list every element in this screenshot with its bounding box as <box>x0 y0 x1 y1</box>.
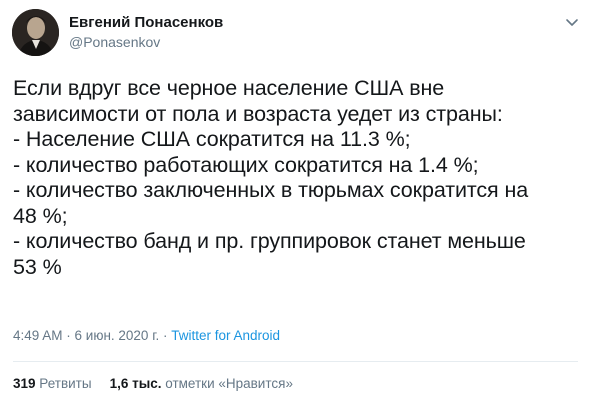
tweet-source-link[interactable]: Twitter for Android <box>171 328 280 343</box>
tweet-card: Евгений Понасенков @Ponasenkov Если вдру… <box>0 0 591 408</box>
retweets-label: Ретвиты <box>39 376 92 391</box>
tweet-date[interactable]: 6 июн. 2020 г. <box>75 328 160 343</box>
tweet-text-line: - количество банд и пр. группировок стан… <box>13 229 526 253</box>
retweets-count: 319 <box>13 376 36 391</box>
tweet-metadata: 4:49 AM · 6 июн. 2020 г. · Twitter for A… <box>13 328 280 343</box>
tweet-text: Если вдруг все черное население США вне … <box>13 76 578 280</box>
retweets-stat[interactable]: 319 Ретвиты <box>13 376 92 391</box>
likes-stat[interactable]: 1,6 тыс. отметки «Нравится» <box>110 376 293 391</box>
author-name[interactable]: Евгений Понасенков <box>69 14 223 31</box>
tweet-text-line: - Население США сократится на 11.3 %; <box>13 127 411 151</box>
likes-count: 1,6 тыс. <box>109 376 162 391</box>
tweet-text-line: 53 % <box>13 254 62 279</box>
tweet-time[interactable]: 4:49 AM <box>13 328 63 343</box>
tweet-stats: 319 Ретвиты 1,6 тыс. отметки «Нравится» <box>13 376 293 391</box>
avatar[interactable] <box>12 9 59 56</box>
tweet-text-line: - количество заключенных в тюрьмах сокра… <box>13 178 529 202</box>
chevron-down-icon[interactable] <box>563 13 581 31</box>
tweet-text-line: - количество работающих сократится на 1.… <box>13 152 479 177</box>
likes-label: отметки «Нравится» <box>165 376 293 391</box>
divider <box>13 361 578 362</box>
meta-separator: · <box>159 328 172 343</box>
author-handle[interactable]: @Ponasenkov <box>69 34 160 50</box>
tweet-text-line: зависимости от пола и возраста уедет из … <box>13 101 503 126</box>
meta-separator: · <box>62 328 75 343</box>
user-avatar-icon <box>12 9 59 56</box>
tweet-text-line: Если вдруг все черное население США вне <box>13 76 445 100</box>
tweet-text-line: 48 %; <box>13 203 68 228</box>
